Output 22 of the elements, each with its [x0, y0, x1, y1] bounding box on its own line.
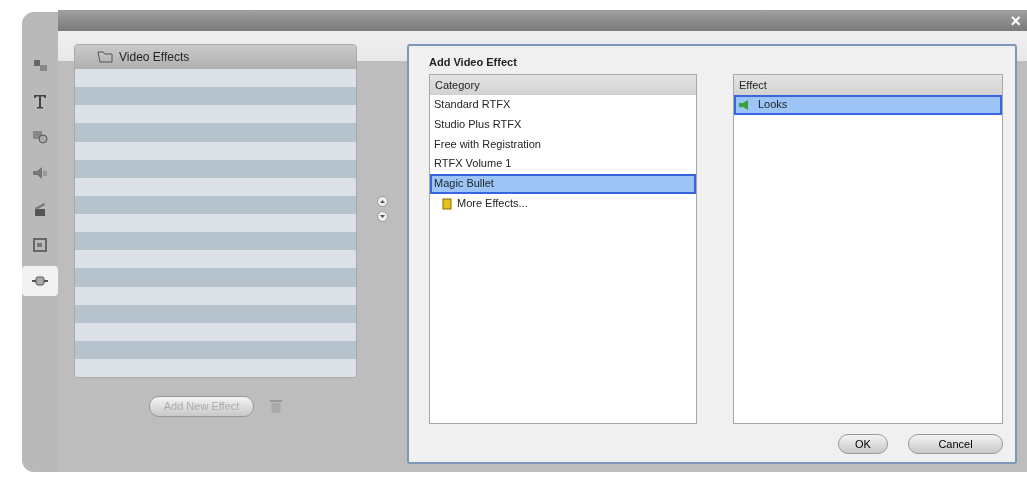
letter-icon	[31, 92, 49, 110]
photo-icon	[31, 128, 49, 146]
category-item[interactable]: Free with Registration	[430, 134, 696, 155]
move-down-icon[interactable]	[376, 211, 388, 222]
category-item[interactable]: RTFX Volume 1	[430, 154, 696, 174]
move-up-icon[interactable]	[376, 196, 388, 207]
category-item[interactable]: Standard RTFX	[430, 95, 696, 115]
menu-icon	[31, 236, 49, 254]
category-item[interactable]: Studio Plus RTFX	[430, 114, 696, 135]
puzzle-icon	[442, 197, 453, 210]
speaker-icon	[31, 164, 49, 182]
effect-item[interactable]: Looks	[734, 95, 1002, 115]
dialog-title: Add Video Effect	[429, 55, 518, 70]
folder-icon	[97, 51, 113, 63]
list-title: Video Effects	[119, 49, 190, 66]
side-tab[interactable]	[22, 266, 58, 296]
ok-button[interactable]: OK	[838, 433, 888, 454]
column-header: Effect	[734, 74, 1002, 95]
category-item[interactable]: Magic Bullet	[430, 174, 696, 194]
column-header: Category	[430, 74, 696, 95]
category-item[interactable]: More Effects...	[430, 193, 696, 214]
cancel-button[interactable]: Cancel	[908, 433, 1003, 454]
